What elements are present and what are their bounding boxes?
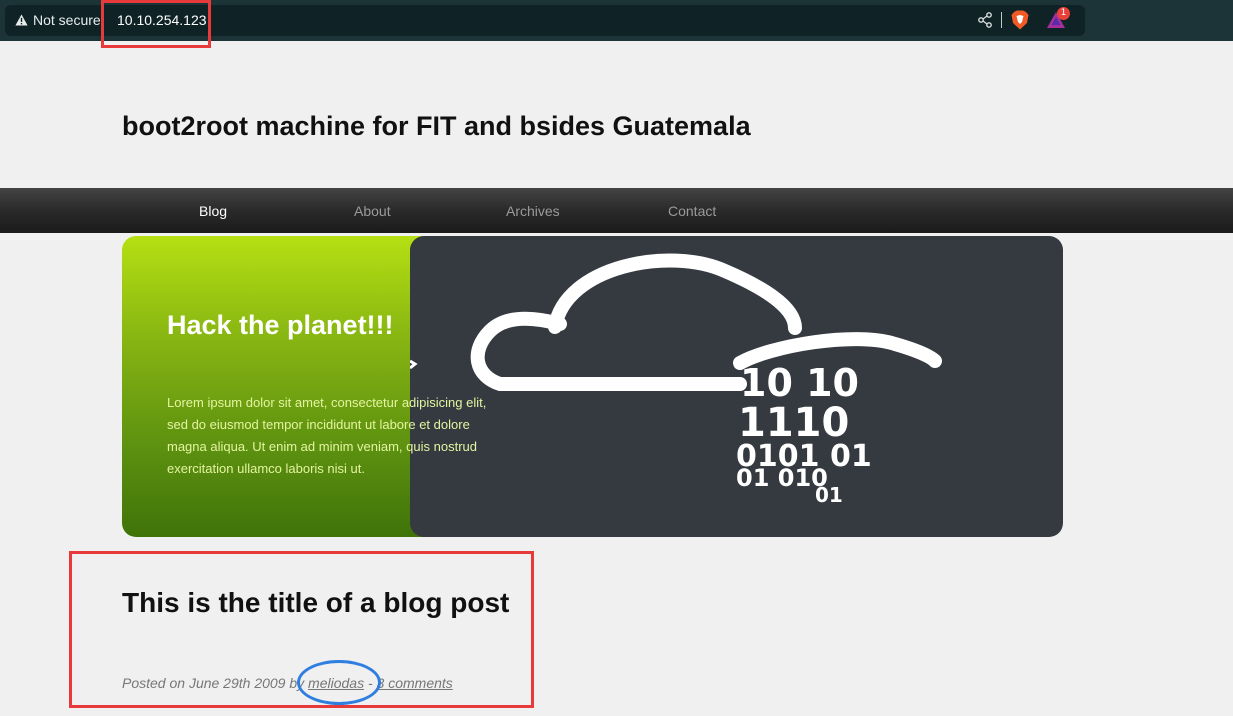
main-nav: Blog About Archives Contact <box>0 188 1233 233</box>
toolbar-divider <box>1001 12 1002 28</box>
warning-icon[interactable] <box>15 14 28 26</box>
nav-item-contact[interactable]: Contact <box>668 203 716 219</box>
cloud-outline <box>733 332 942 370</box>
cloud-binary-image: 10 10 1110 0101 01 01 010 01 <box>410 253 942 507</box>
banner-heading: Hack the planet!!! <box>167 310 394 340</box>
rewards-badge: 1 <box>1057 7 1070 20</box>
binary-line-1: 10 10 <box>740 361 859 405</box>
site-title: boot2root machine for FIT and bsides Gua… <box>122 111 751 141</box>
url-highlight-box <box>101 0 211 48</box>
nav-item-blog[interactable]: Blog <box>199 203 227 219</box>
share-icon[interactable] <box>977 11 993 29</box>
banner-text: Lorem ipsum dolor sit amet, consectetur … <box>167 395 487 476</box>
security-status[interactable]: Not secure <box>33 12 101 28</box>
nav-item-about[interactable]: About <box>354 203 391 219</box>
brave-shield-icon[interactable] <box>1011 10 1029 30</box>
author-highlight-oval <box>297 660 381 705</box>
binary-line-5: 01 <box>815 483 843 507</box>
nav-item-archives[interactable]: Archives <box>506 203 560 219</box>
